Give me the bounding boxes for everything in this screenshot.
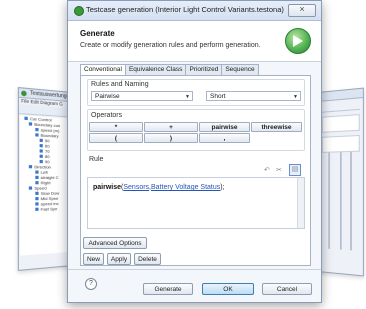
app-icon <box>21 90 27 97</box>
tree-node-icon <box>39 149 43 154</box>
ok-button[interactable]: OK <box>202 283 254 295</box>
tree-node-icon <box>35 208 39 212</box>
undo-icon[interactable]: ↶ <box>264 166 270 174</box>
dialog-titlebar[interactable]: Testcase generation (Interior Light Cont… <box>68 1 321 21</box>
background-window-right <box>318 87 364 277</box>
tree-node-icon <box>39 160 43 164</box>
operator-pairwise-button[interactable]: pairwise <box>199 122 250 132</box>
rule-close: ); <box>220 184 225 191</box>
operators-label: Operators <box>91 112 123 119</box>
naming-select[interactable]: Short ▼ <box>206 91 301 101</box>
operator-open-paren-button[interactable]: ( <box>89 133 143 143</box>
chevron-down-icon: ▼ <box>293 94 298 100</box>
header-title: Generate <box>80 29 115 38</box>
tree-node-icon <box>28 186 33 191</box>
tree-node-icon <box>35 170 39 175</box>
background-panel <box>321 134 360 153</box>
help-icon[interactable]: ? <box>85 278 97 290</box>
operator-multiply-button[interactable]: * <box>89 122 143 132</box>
operator-comma-button[interactable]: , <box>199 133 250 143</box>
diagram-line <box>328 152 330 249</box>
rule-label: Rule <box>89 156 104 163</box>
background-window-title <box>318 88 363 102</box>
tree-node-icon <box>35 181 39 185</box>
tree-node-icon <box>35 176 39 180</box>
diagram-line <box>340 152 342 250</box>
naming-value: Short <box>210 93 226 100</box>
rule-function: pairwise <box>93 184 122 191</box>
operator-threewise-button[interactable]: threewise <box>251 122 302 132</box>
app-icon <box>74 6 84 16</box>
background-panel <box>321 114 360 133</box>
tab-sequence[interactable]: Sequence <box>221 64 259 75</box>
tree-node-icon <box>24 117 28 121</box>
tab-panel-conventional: Rules and Naming Pairwise ▼ Short ▼ Oper… <box>80 75 311 266</box>
rule-scrollbar[interactable] <box>297 178 304 228</box>
apply-button[interactable]: Apply <box>107 253 131 265</box>
rule-type-select[interactable]: Pairwise ▼ <box>91 91 193 101</box>
header-description: Create or modify generation rules and pe… <box>80 42 261 49</box>
tab-equivalence-class[interactable]: Equivalence Class <box>124 64 187 75</box>
tree-node-icon <box>28 122 33 127</box>
advanced-options-button[interactable]: Advanced Options <box>83 237 147 249</box>
cancel-button[interactable]: Cancel <box>262 283 312 295</box>
generate-button[interactable]: Generate <box>143 283 193 295</box>
operator-close-paren-button[interactable]: ) <box>144 133 198 143</box>
rule-type-value: Pairwise <box>95 93 120 100</box>
dialog-header: Generate Create or modify generation rul… <box>68 21 321 62</box>
background-tree-label: Fast Spe <box>40 206 58 212</box>
tree-node-icon <box>28 165 33 169</box>
rule-argument[interactable]: Sensors <box>123 184 149 191</box>
close-button[interactable]: ⨯ <box>288 4 316 17</box>
dialog-title: Testcase generation (Interior Light Cont… <box>86 5 284 14</box>
tree-node-icon <box>39 144 43 148</box>
tree-node-icon <box>35 192 39 196</box>
clear-icon[interactable]: ✂ <box>276 166 282 174</box>
new-rule-button[interactable]: New <box>83 253 104 265</box>
tab-prioritized[interactable]: Prioritized <box>185 64 223 75</box>
rule-argument[interactable]: Battery Voltage Status <box>151 184 220 191</box>
tree-node-icon <box>35 197 39 201</box>
tab-bar: Conventional Equivalence Class Prioritiz… <box>80 64 259 77</box>
delete-button[interactable]: Delete <box>134 253 161 265</box>
chevron-down-icon: ▼ <box>185 94 190 100</box>
rule-editor[interactable]: pairwise(Sensors,Battery Voltage Status)… <box>87 177 305 229</box>
play-icon <box>285 28 311 54</box>
edit-icon[interactable]: ▤ <box>289 164 301 176</box>
tree-node-icon <box>35 133 39 138</box>
rule-expression: pairwise(Sensors,Battery Voltage Status)… <box>93 184 225 191</box>
tree-node-icon <box>39 155 43 159</box>
diagram-line <box>350 151 352 251</box>
generation-dialog: Testcase generation (Interior Light Cont… <box>67 0 322 303</box>
divider <box>321 108 360 113</box>
footer-divider <box>68 269 321 270</box>
rules-naming-label: Rules and Naming <box>91 81 149 88</box>
operator-plus-button[interactable]: + <box>144 122 198 132</box>
